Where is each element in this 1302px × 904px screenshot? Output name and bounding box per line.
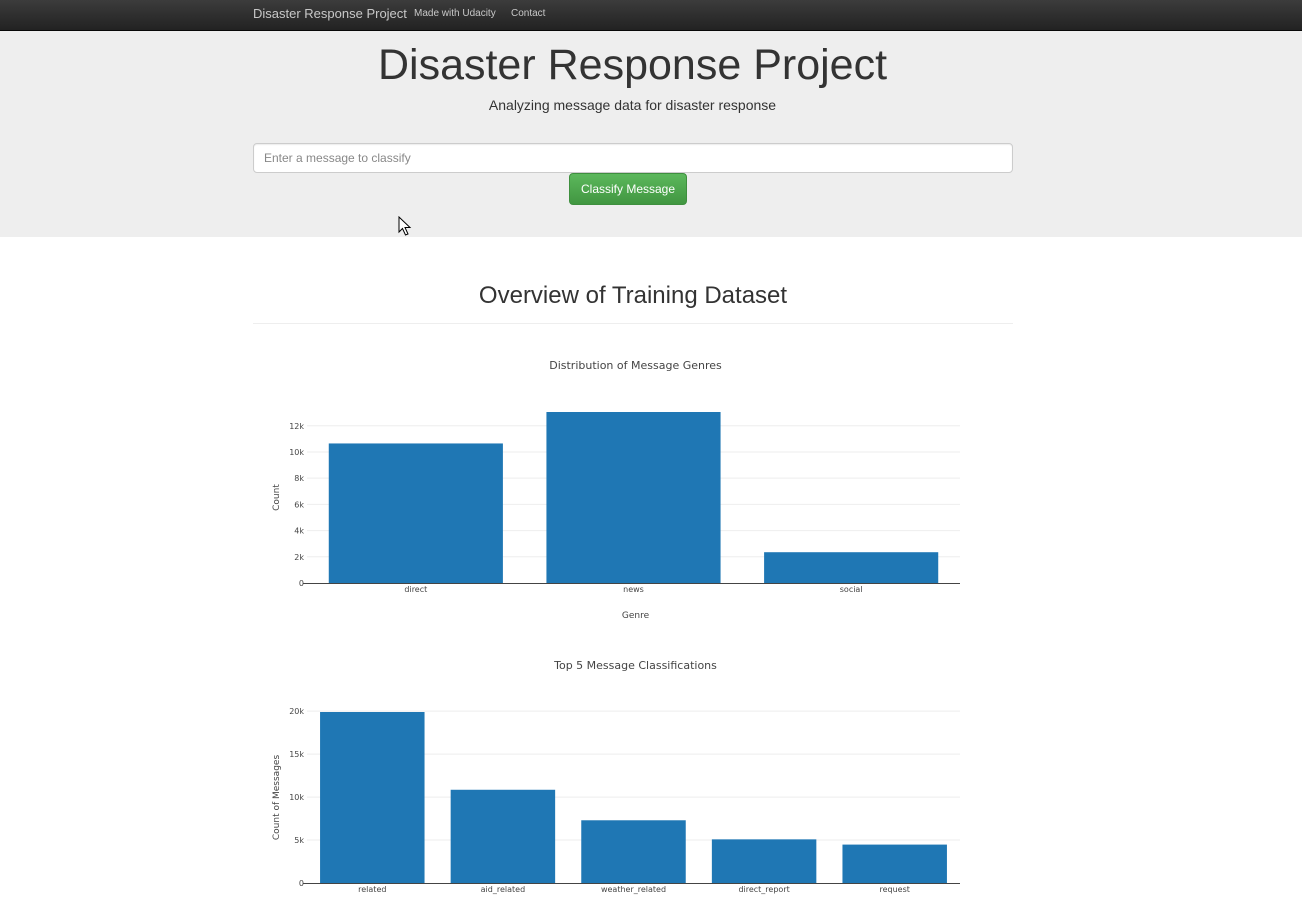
x-tick-label: aid_related	[481, 885, 526, 894]
x-tick-label: news	[623, 585, 644, 594]
y-tick-label: 5k	[294, 836, 304, 845]
nav-link-udacity[interactable]: Made with Udacity	[414, 8, 496, 19]
bar-request[interactable]	[842, 844, 947, 883]
bar-direct[interactable]	[328, 443, 503, 583]
bar-direct_report[interactable]	[711, 839, 817, 883]
y-axis-title: Count	[272, 484, 282, 511]
y-tick-label: 15k	[289, 750, 304, 759]
y-tick-label: 12k	[289, 422, 304, 431]
chart-title: Top 5 Message Classifications	[553, 659, 717, 672]
x-tick-label: direct	[404, 585, 427, 594]
top-classifications-chart: Top 5 Message Classifications05k10k15k20…	[272, 659, 960, 894]
y-tick-label: 6k	[294, 500, 304, 509]
x-tick-label: related	[358, 885, 386, 894]
hero-section: Disaster Response Project Analyzing mess…	[0, 31, 1302, 237]
y-tick-label: 4k	[294, 527, 304, 536]
navbar-brand[interactable]: Disaster Response Project	[253, 6, 407, 21]
section-divider	[253, 323, 1013, 324]
top-navbar: Disaster Response Project Made with Udac…	[0, 0, 1302, 31]
y-tick-label: 10k	[289, 793, 304, 802]
y-tick-label: 10k	[289, 448, 304, 457]
x-tick-label: direct_report	[738, 885, 789, 894]
x-tick-label: weather_related	[601, 885, 666, 894]
x-tick-label: request	[879, 885, 909, 894]
nav-link-contact[interactable]: Contact	[511, 8, 545, 19]
mouse-cursor-icon	[398, 216, 412, 236]
y-tick-label: 20k	[289, 707, 304, 716]
y-tick-label: 2k	[294, 553, 304, 562]
x-axis-title: Genre	[622, 611, 650, 621]
x-tick-label: social	[840, 585, 863, 594]
page-subtitle: Analyzing message data for disaster resp…	[488, 97, 777, 113]
y-axis-title: Count of Messages	[272, 755, 282, 841]
page-title: Disaster Response Project	[377, 41, 888, 89]
bar-aid_related[interactable]	[450, 789, 556, 883]
bar-weather_related[interactable]	[581, 820, 686, 883]
bar-social[interactable]	[764, 552, 939, 583]
chart-title: Distribution of Message Genres	[549, 359, 722, 372]
genre-distribution-chart: Distribution of Message Genres02k4k6k8k1…	[272, 359, 960, 621]
y-tick-label: 8k	[294, 474, 304, 483]
classify-message-button[interactable]: Classify Message	[569, 173, 687, 205]
overview-title: Overview of Training Dataset	[478, 282, 788, 309]
message-input[interactable]	[253, 143, 1013, 173]
bar-related[interactable]	[320, 712, 425, 883]
bar-news[interactable]	[546, 412, 721, 583]
